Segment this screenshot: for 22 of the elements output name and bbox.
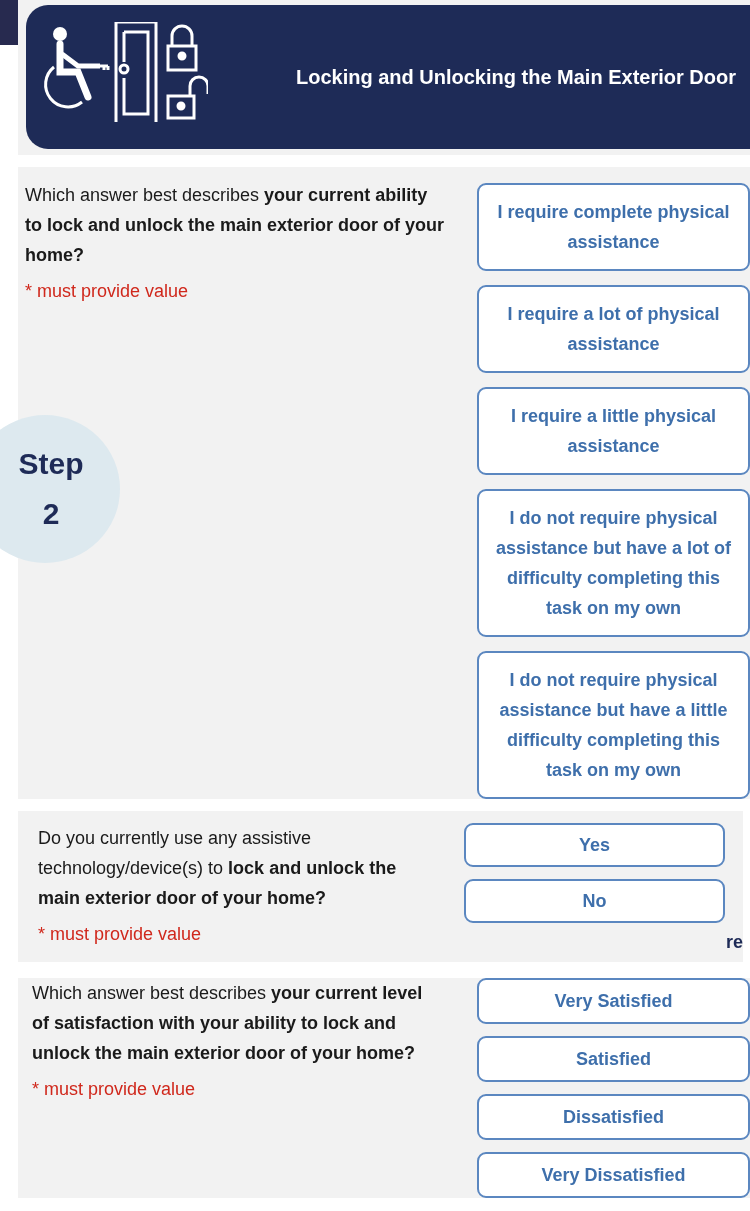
answer-option[interactable]: Satisfied xyxy=(477,1036,750,1082)
answer-option[interactable]: Very Satisfied xyxy=(477,978,750,1024)
required-note: * must provide value xyxy=(25,280,190,303)
answer-option[interactable]: I require complete physical assistance xyxy=(477,183,750,271)
answer-option[interactable]: No xyxy=(464,879,725,923)
answer-option[interactable]: I require a lot of physical assistance xyxy=(477,285,750,373)
answer-option[interactable]: Dissatisfied xyxy=(477,1094,750,1140)
step-number: 2 xyxy=(42,496,60,532)
question-text: Which answer best describes your current level of satisfaction with your ability to lock and unlock the main exterior door of your home? xyxy=(32,982,424,1065)
required-note: * must provide value xyxy=(32,1078,197,1101)
step-label: Step xyxy=(18,446,84,482)
question-text: Which answer best describes your current ability to lock and unlock the main exterior door of your home? xyxy=(25,184,445,267)
answer-option[interactable]: I do not require physical assistance but have a little difficulty completing this task on my own xyxy=(477,651,750,799)
banner-title: Locking and Unlocking the Main Exterior Door xyxy=(295,65,736,90)
answer-option[interactable]: Very Dissatisfied xyxy=(477,1152,750,1198)
answer-option[interactable]: Yes xyxy=(464,823,725,867)
required-note: * must provide value xyxy=(38,923,203,946)
corner-block xyxy=(0,0,18,45)
answer-option[interactable]: I require a little physical assistance xyxy=(477,387,750,475)
cut-off-text: re xyxy=(726,931,743,954)
answer-option[interactable]: I do not require physical assistance but have a lot of difficulty completing this task on my own xyxy=(477,489,750,637)
question-text: Do you currently use any assistive technology/device(s) to lock and unlock the main exterior door of your home? xyxy=(38,827,398,910)
